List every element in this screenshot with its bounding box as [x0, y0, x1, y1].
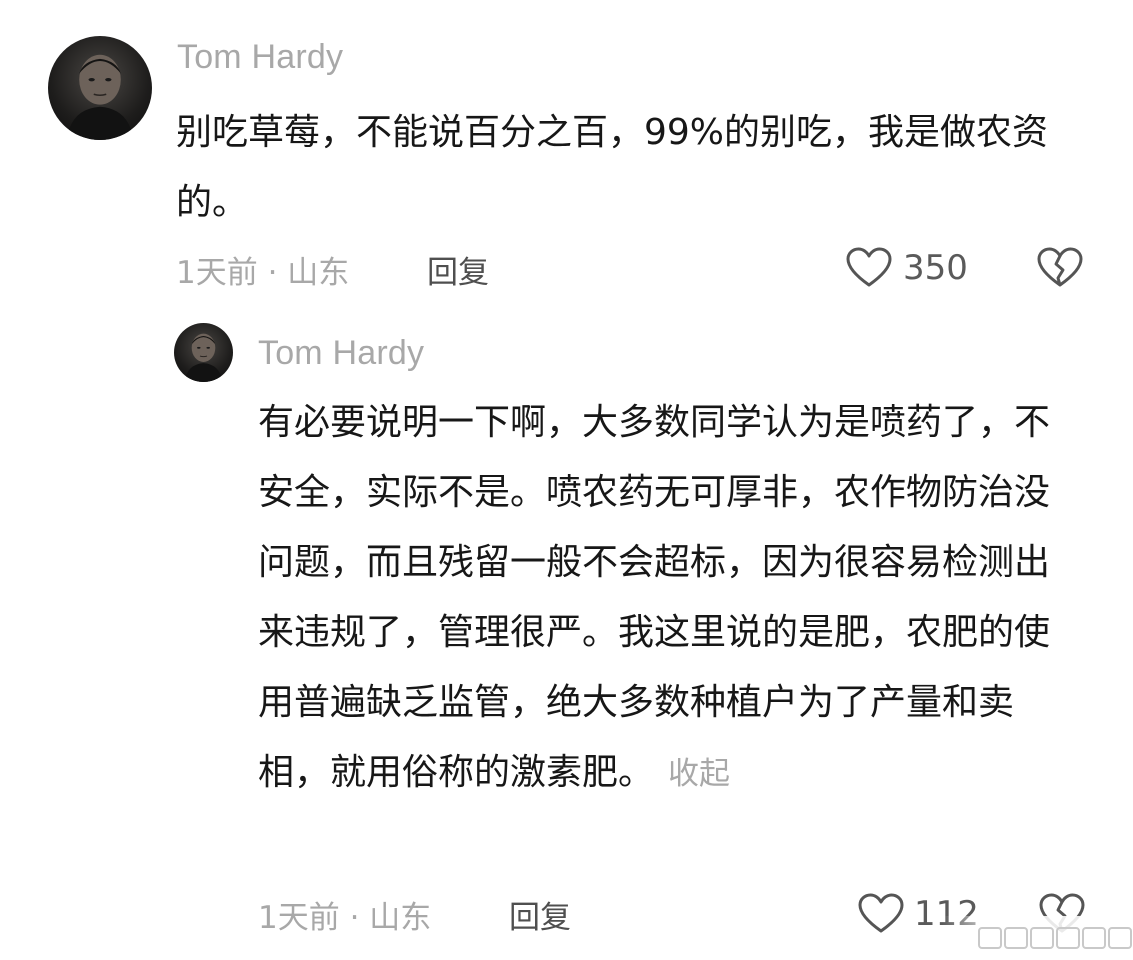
- watermark-mark: [1030, 927, 1054, 949]
- watermark-mark: [1082, 927, 1106, 949]
- comment-meta: 1天前 · 山东: [176, 255, 350, 291]
- avatar-image: [184, 333, 223, 382]
- reply-avatar[interactable]: [174, 323, 233, 382]
- comment-username[interactable]: Tom Hardy: [177, 38, 343, 77]
- broken-heart-icon[interactable]: [1037, 247, 1083, 289]
- reply-username[interactable]: Tom Hardy: [258, 334, 424, 373]
- comment-body: 别吃草莓，不能说百分之百，99%的别吃，我是做农资的。: [176, 112, 1049, 223]
- watermark-mark: [1056, 927, 1080, 949]
- watermark-mark: [1108, 927, 1132, 949]
- watermark-mark: [978, 927, 1002, 949]
- watermark: [942, 916, 1132, 960]
- heart-outline-icon[interactable]: [858, 893, 904, 935]
- reply-meta: 1天前 · 山东: [258, 900, 432, 936]
- reply-text: 有必要说明一下啊，大多数同学认为是喷药了，不安全，实际不是。喷农药无可厚非，农作…: [258, 388, 1073, 809]
- avatar[interactable]: [48, 36, 152, 140]
- watermark-mark: [1004, 927, 1028, 949]
- like-count: 350: [903, 248, 968, 288]
- reply-body: 有必要说明一下啊，大多数同学认为是喷药了，不安全，实际不是。喷农药无可厚非，农作…: [258, 402, 1051, 793]
- avatar-image: [66, 54, 134, 140]
- heart-outline-icon[interactable]: [846, 247, 892, 289]
- reply-button[interactable]: 回复: [427, 247, 489, 292]
- reply-button[interactable]: 回复: [509, 892, 571, 937]
- comment-text: 别吃草莓，不能说百分之百，99%的别吃，我是做农资的。: [176, 98, 1081, 238]
- collapse-button[interactable]: 收起: [668, 756, 730, 792]
